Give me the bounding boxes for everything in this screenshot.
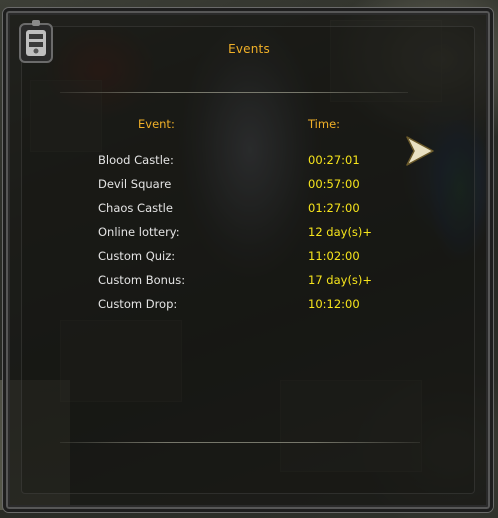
event-name: Custom Drop: [98, 297, 178, 311]
arrow-cursor-icon [406, 136, 434, 166]
event-time: 11:02:00 [308, 249, 360, 263]
event-time: 10:12:00 [308, 297, 360, 311]
event-time: 17 day(s)+ [308, 273, 373, 287]
title-divider [60, 92, 408, 93]
table-row: Custom Quiz: 11:02:00 [0, 249, 498, 269]
table-row: Custom Bonus: 17 day(s)+ [0, 273, 498, 293]
event-name: Devil Square [98, 177, 172, 191]
column-header-event: Event: [138, 117, 175, 131]
event-name: Chaos Castle [98, 201, 173, 215]
event-name: Custom Quiz: [98, 249, 176, 263]
event-name: Custom Bonus: [98, 273, 186, 287]
event-name: Online lottery: [98, 225, 180, 239]
table-row: Chaos Castle 01:27:00 [0, 201, 498, 221]
event-name: Blood Castle: [98, 153, 174, 167]
footer-divider [60, 442, 420, 443]
event-time: 01:27:00 [308, 201, 360, 215]
table-row: Custom Drop: 10:12:00 [0, 297, 498, 317]
event-time: 00:57:00 [308, 177, 360, 191]
table-row: Online lottery: 12 day(s)+ [0, 225, 498, 245]
window-title: Events [228, 42, 270, 56]
event-time: 00:27:01 [308, 153, 360, 167]
column-header-time: Time: [308, 117, 341, 131]
table-row: Devil Square 00:57:00 [0, 177, 498, 197]
event-time: 12 day(s)+ [308, 225, 373, 239]
